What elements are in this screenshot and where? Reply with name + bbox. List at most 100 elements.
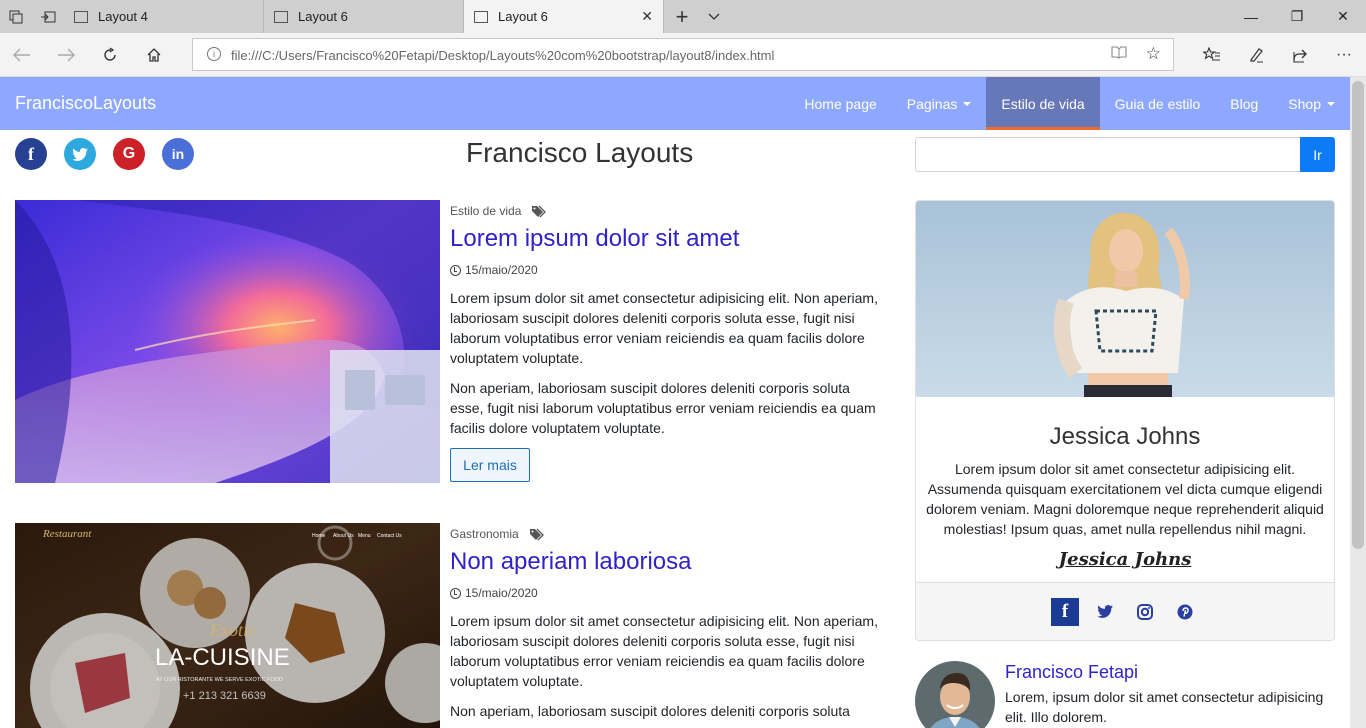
caret-down-icon (963, 101, 972, 106)
read-more-button[interactable]: Ler mais (450, 448, 530, 482)
page-scrollbar[interactable] (1350, 77, 1366, 728)
nav-home-page[interactable]: Home page (789, 77, 891, 130)
page-icon (74, 10, 88, 23)
post-title[interactable]: Lorem ipsum dolor sit amet (450, 225, 739, 253)
image-headline-text: LA-CUISINE (155, 644, 290, 671)
nav-label: Paginas (906, 95, 958, 112)
twitter-icon[interactable] (64, 138, 96, 170)
tab-layout-4[interactable]: Layout 4 (64, 0, 264, 33)
navbar-brand[interactable]: FranciscoLayouts (15, 93, 156, 114)
post-paragraph: Non aperiam, laboriosam suscipit dolores… (450, 380, 876, 436)
new-tab-icon[interactable]: + (664, 0, 700, 33)
set-tabs-aside-icon[interactable] (32, 0, 64, 33)
window-controls: — ❐ ✕ (1228, 0, 1366, 33)
tags-icon (529, 528, 545, 541)
nav-label: Guia de estilo (1114, 95, 1201, 112)
search-button[interactable]: Ir (1300, 137, 1335, 172)
post-category: Gastronomia (450, 527, 545, 541)
home-icon[interactable] (142, 43, 166, 67)
author-text: Lorem, ipsum dolor sit amet consectetur … (1005, 689, 1324, 725)
search-input[interactable] (915, 137, 1301, 172)
info-icon[interactable]: i (207, 47, 221, 61)
clock-icon (450, 587, 461, 599)
image-nav-text: Home (312, 533, 326, 539)
scrollbar-thumb[interactable] (1352, 81, 1364, 549)
category-label[interactable]: Estilo de vida (450, 204, 521, 218)
image-nav-text: Contact Us (377, 533, 402, 539)
post-date: 15/maio/2020 (450, 263, 538, 277)
more-icon[interactable]: ··· (1332, 43, 1356, 67)
nav-label: Home page (804, 95, 877, 112)
profile-social-links: f (916, 582, 1334, 640)
back-icon[interactable] (10, 43, 34, 67)
post-paragraph: Lorem ipsum dolor sit amet consectetur a… (450, 613, 878, 689)
url-field[interactable]: i file:///C:/Users/Francisco%20Fetapi/De… (192, 38, 1174, 71)
author-avatar (915, 661, 995, 728)
page-icon (274, 10, 288, 23)
chevron-down-icon[interactable] (700, 0, 728, 33)
address-bar-row: i file:///C:/Users/Francisco%20Fetapi/De… (0, 33, 1366, 77)
pinterest-icon[interactable] (1171, 598, 1199, 626)
tab-title: Layout 6 (298, 9, 348, 24)
nav-paginas-dropdown[interactable]: Paginas (892, 77, 987, 130)
date-text: 15/maio/2020 (465, 586, 538, 600)
post-paragraph: Lorem ipsum dolor sit amet consectetur a… (450, 290, 878, 366)
reading-view-icon[interactable] (1111, 45, 1127, 63)
image-script-text: Exotic (209, 620, 256, 640)
facebook-icon[interactable]: f (1051, 597, 1079, 626)
tab-layout-6[interactable]: Layout 6 (264, 0, 464, 33)
favorites-hub-icon[interactable] (1200, 43, 1224, 67)
image-nav-text: About Us (333, 533, 354, 539)
twitter-icon[interactable] (1091, 598, 1119, 626)
linkedin-icon[interactable]: in (162, 138, 194, 170)
image-brand-text: Restaurant (42, 528, 92, 540)
close-tab-icon[interactable]: ✕ (641, 8, 653, 25)
category-label[interactable]: Gastronomia (450, 527, 519, 541)
nav-guia-de-estilo[interactable]: Guia de estilo (1100, 77, 1216, 130)
instagram-icon[interactable] (1131, 598, 1159, 626)
nav-estilo-de-vida[interactable]: Estilo de vida (986, 77, 1100, 130)
post-title[interactable]: Non aperiam laboriosa (450, 548, 691, 576)
profile-bio: Lorem ipsum dolor sit amet consectetur a… (926, 461, 1324, 537)
restore-icon[interactable]: ❐ (1274, 0, 1320, 33)
nav-label: Shop (1288, 95, 1321, 112)
forward-icon[interactable] (54, 43, 78, 67)
pen-icon[interactable] (1244, 43, 1268, 67)
post-image-architecture[interactable] (15, 200, 440, 483)
image-phone-text: +1 213 321 6639 (183, 690, 266, 702)
profile-card: Jessica Johns Lorem ipsum dolor sit amet… (915, 200, 1335, 641)
nav-label: Blog (1230, 95, 1259, 112)
tab-title: Layout 4 (98, 9, 148, 24)
post-date: 15/maio/2020 (450, 586, 538, 600)
tab-actions-icon[interactable] (0, 0, 32, 33)
browser-tab-bar: Layout 4 Layout 6 Layout 6 ✕ + — ❐ ✕ (0, 0, 1366, 33)
minimize-icon[interactable]: — (1228, 0, 1274, 33)
post-image-restaurant[interactable]: Restaurant Home About Us Menu Contact Us… (15, 523, 440, 728)
nav-links: Home page Paginas Estilo de vida Guia de… (789, 77, 1350, 130)
refresh-icon[interactable] (98, 43, 122, 67)
tags-icon (531, 205, 547, 218)
profile-name: Jessica Johns (1049, 423, 1201, 450)
social-links: f G in (15, 138, 211, 170)
share-icon[interactable] (1288, 43, 1312, 67)
post-category: Estilo de vida (450, 204, 547, 218)
tab-title: Layout 6 (498, 9, 548, 24)
date-text: 15/maio/2020 (465, 263, 538, 277)
tab-layout-6-active[interactable]: Layout 6 ✕ (464, 0, 664, 33)
favorite-star-icon[interactable]: ☆ (1146, 44, 1161, 64)
google-icon[interactable]: G (113, 138, 145, 170)
author-name[interactable]: Francisco Fetapi (1005, 662, 1138, 683)
site-navbar: FranciscoLayouts Home page Paginas Estil… (0, 77, 1350, 130)
caret-down-icon (1327, 101, 1335, 106)
page-title: Francisco Layouts (466, 137, 694, 168)
facebook-icon[interactable]: f (15, 138, 47, 170)
close-window-icon[interactable]: ✕ (1320, 0, 1366, 33)
nav-blog[interactable]: Blog (1215, 77, 1273, 130)
profile-signature: Jessica Johns (1058, 549, 1192, 570)
page-viewport: FranciscoLayouts Home page Paginas Estil… (0, 77, 1366, 728)
profile-photo (916, 201, 1334, 397)
url-text: file:///C:/Users/Francisco%20Fetapi/Desk… (231, 48, 775, 63)
page-icon (474, 10, 488, 23)
nav-shop-dropdown[interactable]: Shop (1273, 77, 1350, 130)
clock-icon (450, 264, 461, 276)
